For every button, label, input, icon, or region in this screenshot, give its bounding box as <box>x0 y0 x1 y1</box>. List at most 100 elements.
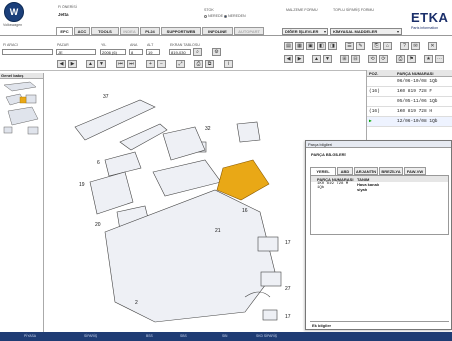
arrow-left-icon[interactable]: ◀ <box>57 60 66 68</box>
arrow-up-icon[interactable]: ▲ <box>86 60 95 68</box>
footer-sbs: SBS <box>180 334 187 338</box>
stok-options: NEREDE NEREDEN <box>204 14 246 18</box>
table-row[interactable]: 1K0 819 728 M 1Qb Hava kanalı siyah <box>311 182 448 192</box>
toolbar-icon-17[interactable]: ⊞ <box>340 55 349 63</box>
radio-nerede[interactable] <box>204 14 207 18</box>
yil-label: YIL <box>101 43 107 47</box>
page-first-icon[interactable]: ⏮ <box>116 60 125 68</box>
zoom-in-icon[interactable]: + <box>146 60 155 68</box>
ek-bilgiler-section: Ek bilgiler <box>310 321 449 331</box>
part-left-duct[interactable] <box>89 171 134 215</box>
toolbar-icon-15[interactable]: ▲ <box>312 55 321 63</box>
pazar-select[interactable]: JE <box>56 49 96 55</box>
copy-icon[interactable]: ⧉ <box>205 60 214 68</box>
yil-select[interactable]: 2006 (6) <box>100 49 126 55</box>
page-last-icon[interactable]: ⏭ <box>127 60 136 68</box>
toolbar-icon-4[interactable]: ◧ <box>317 42 326 50</box>
toolbar-divider <box>0 70 366 71</box>
zoom-out-icon[interactable]: − <box>157 60 166 68</box>
toolbar-icon-1[interactable]: ▤ <box>284 42 293 50</box>
toolbar-icon-21[interactable]: ⎙ <box>396 55 405 63</box>
dialog-titlebar[interactable]: Parça bilgileri <box>306 141 451 148</box>
part-right-housing[interactable] <box>236 121 261 143</box>
print-icon[interactable]: ⎙ <box>194 60 203 68</box>
diger-islevler-dropdown[interactable]: DİĞER İŞLEVLER <box>282 28 328 35</box>
toolbar-icon-12[interactable]: ✕ <box>428 42 437 50</box>
overview-panel: Genel bakış <box>0 73 44 333</box>
tab-abd[interactable]: ABD <box>337 167 353 175</box>
ek-bilgiler-label: Ek bilgiler <box>312 323 332 328</box>
toolbar-icon-23[interactable]: ★ <box>424 55 433 63</box>
part-vent-17b[interactable] <box>260 271 282 287</box>
part-display-housing[interactable] <box>162 126 206 161</box>
list-item[interactable]: (16) 1K0 819 728 H <box>367 107 452 117</box>
footer-piyasa: PİYASA <box>24 334 36 338</box>
settings-icon[interactable]: ⚙ <box>212 48 221 56</box>
nerede-label: NEREDE <box>208 14 223 18</box>
app-header: W Volkswagen Fi ÖNERİSİ Jetta STOK NERED… <box>0 0 452 30</box>
ana-select[interactable]: 8 <box>129 49 143 55</box>
toolbar-icon-13[interactable]: ◀ <box>284 55 293 63</box>
tanim-line-2: siyah <box>357 187 368 192</box>
toolbar-icon-10[interactable]: ? <box>400 42 409 50</box>
toolbar-icon-24[interactable]: ⋯ <box>435 55 444 63</box>
tab-supportweb[interactable]: SUPPORTWEB <box>161 27 201 35</box>
tab-tools[interactable]: TOOLS <box>91 27 119 35</box>
part-vent-17[interactable] <box>257 236 279 252</box>
tab-infoline[interactable]: INFOLINE <box>202 27 233 35</box>
toolbar-icon-19[interactable]: ⟲ <box>368 55 377 63</box>
list-item[interactable]: (16) 1K0 819 728 F <box>367 87 452 97</box>
tab-acc[interactable]: ACC <box>74 27 90 35</box>
malzeme-label[interactable]: MALZEME FORMU <box>286 8 318 12</box>
cell-tanim: Hava kanalı siyah <box>355 182 448 192</box>
ekran-select[interactable]: 819-030 <box>169 49 191 55</box>
tab-indea: INDEA <box>120 27 139 35</box>
tab-arjantin[interactable]: ARJANTİN <box>354 167 378 175</box>
col-poz: POZ. <box>369 71 379 76</box>
parts-diagram[interactable]: 37 32 16 6 19 20 21 2 17 27 17 <box>45 72 303 330</box>
toolbar-icon-14[interactable]: ▶ <box>295 55 304 63</box>
toolbar-icon-9[interactable]: ⌂ <box>383 42 392 50</box>
info-icon[interactable]: i <box>224 60 233 68</box>
list-item[interactable]: 05/05-11/06 1Qb <box>367 97 452 107</box>
tab-yerel-pazar[interactable]: YEREL PAZAR <box>310 167 336 181</box>
toolbar-icon-6[interactable]: ☰ <box>345 42 354 50</box>
toolbar-icon-7[interactable]: ✎ <box>356 42 365 50</box>
search-icon[interactable]: ⌕ <box>193 48 202 56</box>
parts-list: POZ. PARÇA NUMARASI 06/06-10/08 1Qb (16)… <box>366 70 452 140</box>
toolbar-icon-16[interactable]: ▼ <box>323 55 332 63</box>
toolbar-icon-20[interactable]: ⟳ <box>379 55 388 63</box>
radio-nereden[interactable] <box>223 14 227 18</box>
toolbar-icon-11[interactable]: ✉ <box>411 42 420 50</box>
toolbar-icon-5[interactable]: ◨ <box>328 42 337 50</box>
footer-skd-siparis: SKD SİPARİŞ <box>256 334 278 338</box>
part-air-duct-highlighted[interactable] <box>216 159 270 201</box>
marka-select[interactable] <box>2 49 53 55</box>
arrow-right-icon[interactable]: ▶ <box>68 60 77 68</box>
toolbar-icon-8[interactable]: ⎘ <box>372 42 381 50</box>
callout-20: 20 <box>95 222 101 228</box>
tab-epc[interactable]: EPC <box>56 27 73 35</box>
toolbar-icon-3[interactable]: ▣ <box>306 42 315 50</box>
part-center-panel[interactable] <box>152 159 222 197</box>
part-clip[interactable] <box>262 309 278 321</box>
pazar-label: PAZAR <box>57 43 69 47</box>
list-item[interactable]: 06/06-10/08 1Qb <box>367 77 452 87</box>
nereden-label: NEREDEN <box>227 14 246 18</box>
part-pillar-trim[interactable] <box>119 123 168 151</box>
overview-thumbnail[interactable] <box>0 79 44 139</box>
toplu-label[interactable]: TOPLU SİPARİŞ FORMU <box>333 8 374 12</box>
tab-faw-vw[interactable]: FAW-VW <box>404 167 426 175</box>
toolbar-icon-2[interactable]: ▦ <box>295 42 304 50</box>
list-item-selected[interactable]: ▶ 12/06-10/08 1Qb <box>367 117 452 127</box>
kimyasal-maddeler-dropdown[interactable]: KİMYASAL MADDELER <box>330 28 402 35</box>
parts-list-header: POZ. PARÇA NUMARASI <box>367 70 452 77</box>
fit-screen-icon[interactable]: ⤢ <box>176 60 185 68</box>
alt-select[interactable]: 19 <box>146 49 160 55</box>
footer-sbi: SBI <box>222 334 228 338</box>
toolbar-icon-22[interactable]: ⚑ <box>407 55 416 63</box>
tab-pl24[interactable]: PL24 <box>140 27 160 35</box>
arrow-down-icon[interactable]: ▼ <box>97 60 106 68</box>
toolbar-icon-18[interactable]: ⊟ <box>351 55 360 63</box>
tab-brezilya[interactable]: BREZİLYA <box>379 167 403 175</box>
